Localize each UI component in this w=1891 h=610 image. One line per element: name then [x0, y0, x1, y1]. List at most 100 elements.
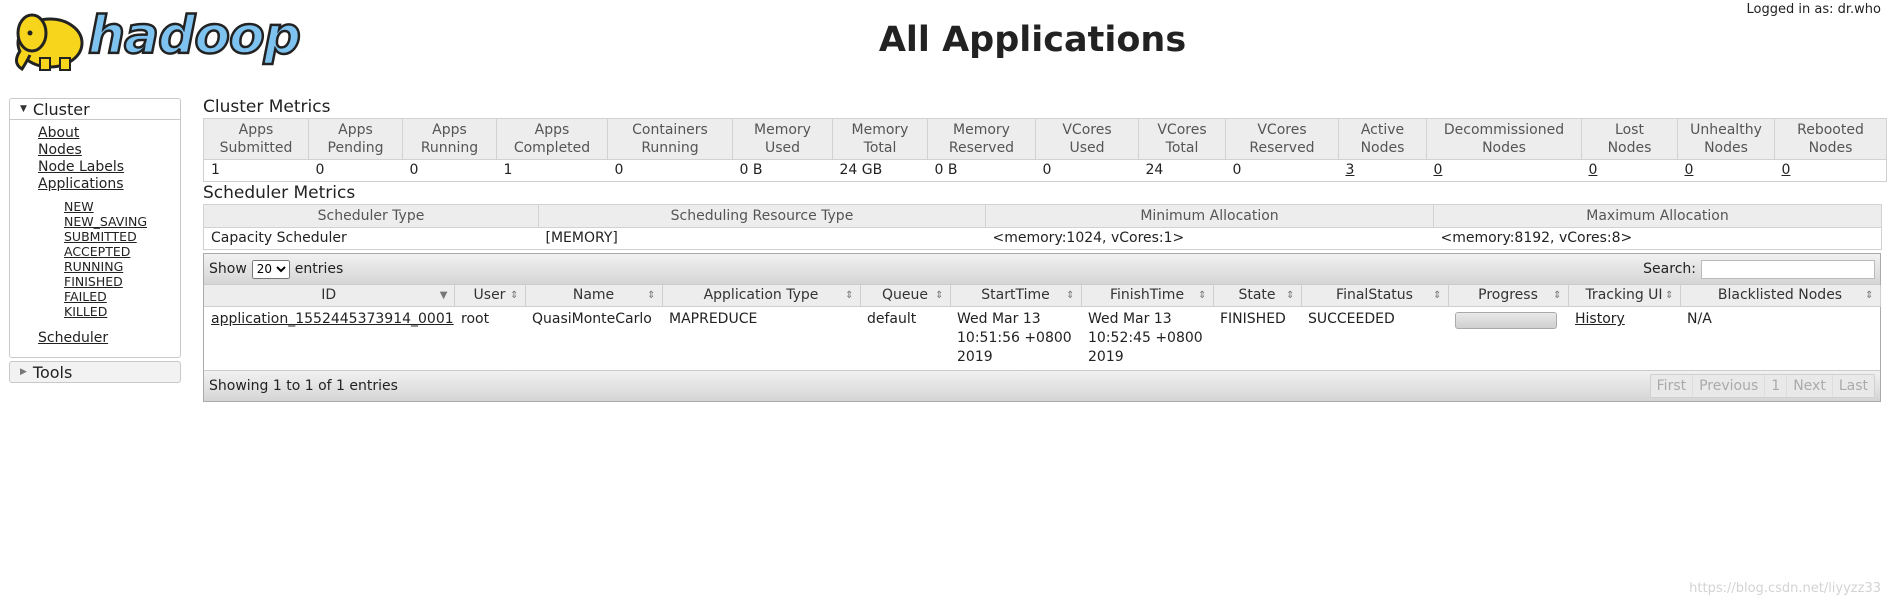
sched-col-min-alloc: Minimum Allocation: [985, 204, 1434, 228]
cluster-metric-header: Decommissioned Nodes: [1426, 118, 1582, 160]
applications-panel: Show 20 entries Search: ID ▼ User ⇕ Name ⇕ App…: [203, 253, 1881, 402]
cluster-metric-header-text: Apps: [432, 122, 467, 138]
pager-1[interactable]: 1: [1764, 375, 1787, 397]
sort-both-icon: ⇕: [1665, 290, 1674, 301]
column-header-name[interactable]: Name ⇕: [525, 285, 663, 307]
cluster-metric-header: VCores Total: [1138, 118, 1226, 160]
nav-scheduler[interactable]: Scheduler: [10, 330, 180, 347]
sched-col-resource-type: Scheduling Resource Type: [538, 204, 986, 228]
cluster-metric-value[interactable]: 0: [1677, 159, 1775, 182]
column-header-user[interactable]: User ⇕: [454, 285, 526, 307]
cluster-metrics-table: Apps Submitted Apps Pending Apps Running Apps C…: [203, 118, 1887, 182]
cluster-metric-link[interactable]: 3: [1346, 162, 1355, 178]
cluster-metric-text: 1: [211, 162, 220, 178]
pager-first[interactable]: First: [1650, 375, 1693, 397]
sort-both-icon: ⇕: [647, 290, 656, 301]
triangle-down-icon: ▼: [20, 104, 27, 114]
cluster-metric-value: 0: [607, 159, 733, 182]
nav-state-new-saving[interactable]: NEW_SAVING: [10, 214, 180, 229]
pager-last[interactable]: Last: [1831, 375, 1874, 397]
cluster-metrics-value-row: 1 0 0 1 0 0 B 24 GB 0 B 0 24 0 3 0 0 0 0: [203, 159, 1887, 182]
cluster-metric-link[interactable]: 0: [1782, 162, 1791, 178]
tools-label: Tools: [32, 362, 73, 382]
cluster-metric-value: 0: [1035, 159, 1139, 182]
cluster-metric-link[interactable]: 0: [1589, 162, 1598, 178]
cluster-metric-value: 1: [496, 159, 608, 182]
sort-both-icon: ⇕: [935, 290, 944, 301]
cluster-metric-header-text: Apps: [338, 122, 373, 138]
column-header-blacklisted-nodes[interactable]: Blacklisted Nodes ⇕: [1680, 285, 1881, 307]
nav-state-killed[interactable]: KILLED: [10, 304, 180, 319]
sched-type-value: Capacity Scheduler: [203, 227, 539, 250]
nav-node-labels[interactable]: Node Labels: [10, 159, 180, 176]
cluster-metrics-title: Cluster Metrics: [203, 97, 331, 117]
column-header-application-type[interactable]: Application Type ⇕: [662, 285, 861, 307]
sched-col-type: Scheduler Type: [203, 204, 539, 228]
nav-about[interactable]: About: [10, 125, 180, 142]
column-header-finalstatus[interactable]: FinalStatus ⇕: [1301, 285, 1449, 307]
cell-text: SUCCEEDED: [1308, 311, 1395, 327]
cluster-metric-text: 0: [1232, 162, 1242, 178]
cell-id[interactable]: application_1552445373914_0001: [204, 307, 454, 371]
cluster-metric-header-text: Memory: [754, 122, 811, 138]
cluster-metric-header-text: Unhealthy: [1690, 122, 1762, 138]
cell-text: MAPREDUCE: [669, 311, 758, 327]
cluster-nav-list: About Nodes Node Labels Applications NEW…: [10, 120, 180, 357]
column-header-label: User: [473, 287, 506, 303]
cluster-metric-header-text: Nodes: [1607, 140, 1652, 156]
table-row: application_1552445373914_0001 root QuasiM…: [204, 307, 1880, 371]
sched-resource-type-value: [MEMORY]: [538, 227, 986, 250]
column-header-tracking-ui[interactable]: Tracking UI ⇕: [1568, 285, 1681, 307]
sidebar: ▼ Cluster About Nodes Node Labels Applic…: [9, 98, 181, 383]
watermark: https://blog.csdn.net/liyyzz33: [1689, 581, 1881, 596]
nav-nodes[interactable]: Nodes: [10, 142, 180, 159]
cluster-metric-header-text: Running: [641, 140, 699, 156]
cluster-metric-header-text: Total: [1165, 140, 1199, 156]
tracking-ui-link[interactable]: History: [1575, 311, 1625, 327]
pager-previous[interactable]: Previous: [1692, 375, 1765, 397]
application-id-link[interactable]: application_1552445373914_0001: [211, 311, 454, 327]
cluster-metric-header: Apps Running: [402, 118, 497, 160]
cluster-metric-header: VCores Used: [1035, 118, 1139, 160]
column-header-state[interactable]: State ⇕: [1213, 285, 1302, 307]
pager-next[interactable]: Next: [1786, 375, 1832, 397]
cluster-metric-value[interactable]: 0: [1426, 159, 1582, 182]
nav-state-finished[interactable]: FINISHED: [10, 274, 180, 289]
applications-toolbar: Show 20 entries Search:: [204, 254, 1880, 285]
cell-tracking[interactable]: History: [1568, 307, 1680, 371]
column-header-starttime[interactable]: StartTime ⇕: [950, 285, 1082, 307]
main-content: Cluster Metrics Apps Submitted Apps Pending…: [203, 96, 1887, 402]
column-header-queue[interactable]: Queue ⇕: [860, 285, 951, 307]
cluster-metric-link[interactable]: 0: [1434, 162, 1443, 178]
search-input[interactable]: [1701, 259, 1875, 279]
sort-both-icon: ⇕: [845, 290, 854, 301]
column-header-finishtime[interactable]: FinishTime ⇕: [1081, 285, 1214, 307]
cell-text: Wed Mar 13 10:51:56 +0800 2019: [957, 311, 1072, 365]
cluster-metric-value[interactable]: 3: [1338, 159, 1427, 182]
column-header-label: Queue: [882, 287, 928, 303]
cluster-metric-value[interactable]: 0: [1581, 159, 1678, 182]
cluster-metric-header-text: Nodes: [1482, 140, 1526, 156]
cluster-metric-header-text: Pending: [327, 140, 384, 156]
cluster-metric-value[interactable]: 0: [1774, 159, 1887, 182]
nav-state-accepted[interactable]: ACCEPTED: [10, 244, 180, 259]
cluster-metric-link[interactable]: 0: [1685, 162, 1694, 178]
cluster-metric-header-text: Reserved: [1249, 140, 1315, 156]
nav-state-running[interactable]: RUNNING: [10, 259, 180, 274]
cluster-metric-header-text: Used: [1069, 140, 1105, 156]
nav-state-submitted[interactable]: SUBMITTED: [10, 229, 180, 244]
cluster-nav-header[interactable]: ▼ Cluster: [10, 99, 180, 120]
column-header-id[interactable]: ID ▼: [204, 285, 455, 307]
cell-start: Wed Mar 13 10:51:56 +0800 2019: [950, 307, 1081, 371]
showing-info: Showing 1 to 1 of 1 entries: [209, 378, 398, 394]
nav-state-failed[interactable]: FAILED: [10, 289, 180, 304]
page-size-select[interactable]: 20: [251, 259, 290, 279]
tools-nav-header[interactable]: ▶ Tools: [9, 361, 181, 383]
column-header-progress[interactable]: Progress ⇕: [1448, 285, 1569, 307]
nav-applications[interactable]: Applications: [10, 176, 180, 193]
cluster-metric-header-text: Nodes: [1808, 140, 1853, 156]
cluster-metric-header-text: Nodes: [1704, 140, 1748, 156]
nav-state-new[interactable]: NEW: [10, 199, 180, 214]
progress-bar: [1455, 312, 1557, 329]
cluster-nav: ▼ Cluster About Nodes Node Labels Applic…: [9, 98, 181, 358]
